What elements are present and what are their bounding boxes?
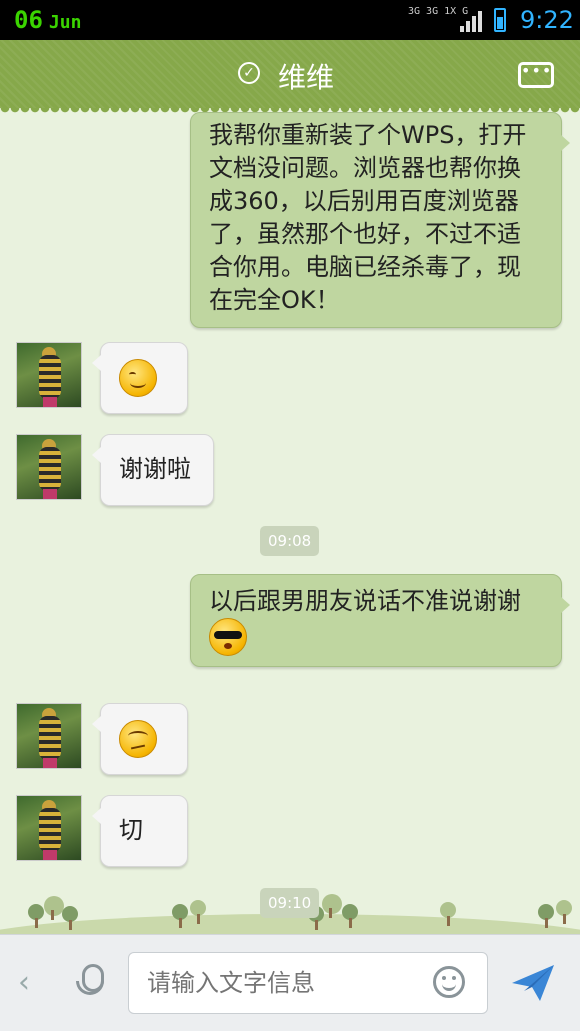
send-icon[interactable] bbox=[510, 961, 556, 1003]
input-bar: ‹ bbox=[0, 934, 580, 1031]
signal-icon bbox=[460, 10, 484, 32]
smile-emoji-icon bbox=[119, 359, 157, 397]
status-date: 06 Jun bbox=[14, 6, 81, 34]
emoji-picker-icon[interactable] bbox=[433, 966, 465, 998]
battery-icon bbox=[494, 8, 506, 32]
incoming-message[interactable]: 谢谢啦 bbox=[92, 434, 214, 506]
microphone-icon[interactable] bbox=[76, 964, 104, 995]
incoming-message[interactable]: 切 bbox=[92, 795, 188, 867]
avatar[interactable] bbox=[16, 342, 82, 408]
timestamp: 09:10 bbox=[260, 888, 320, 918]
doubt-emoji-icon bbox=[119, 720, 157, 758]
timestamp: 09:08 bbox=[260, 526, 320, 556]
status-time: 9:22 bbox=[520, 6, 574, 34]
chat-title: 维维 bbox=[278, 61, 335, 94]
chevron-left-icon[interactable]: ‹ bbox=[18, 965, 30, 1000]
check-circle-icon: ✓ bbox=[238, 62, 260, 84]
more-dots-icon[interactable]: ••• bbox=[518, 62, 554, 88]
cool-emoji-icon bbox=[209, 618, 247, 656]
incoming-message[interactable] bbox=[92, 342, 188, 414]
outgoing-message[interactable]: 我帮你重新装了个WPS，打开文档没问题。浏览器也帮你换成360，以后别用百度浏览… bbox=[190, 112, 570, 328]
date-month: Jun bbox=[48, 12, 82, 33]
status-bar: 06 Jun 3G 3G 1X G 9:22 bbox=[0, 0, 580, 40]
date-day: 06 bbox=[14, 6, 43, 34]
incoming-message[interactable] bbox=[92, 703, 188, 775]
outgoing-message[interactable]: 以后跟男朋友说话不准说谢谢 bbox=[190, 574, 570, 667]
message-text: 以后跟男朋友说话不准说谢谢 bbox=[209, 587, 521, 615]
avatar[interactable] bbox=[16, 795, 82, 861]
avatar[interactable] bbox=[16, 703, 82, 769]
chat-header: ✓ 维维 ••• bbox=[0, 40, 580, 114]
avatar[interactable] bbox=[16, 434, 82, 500]
